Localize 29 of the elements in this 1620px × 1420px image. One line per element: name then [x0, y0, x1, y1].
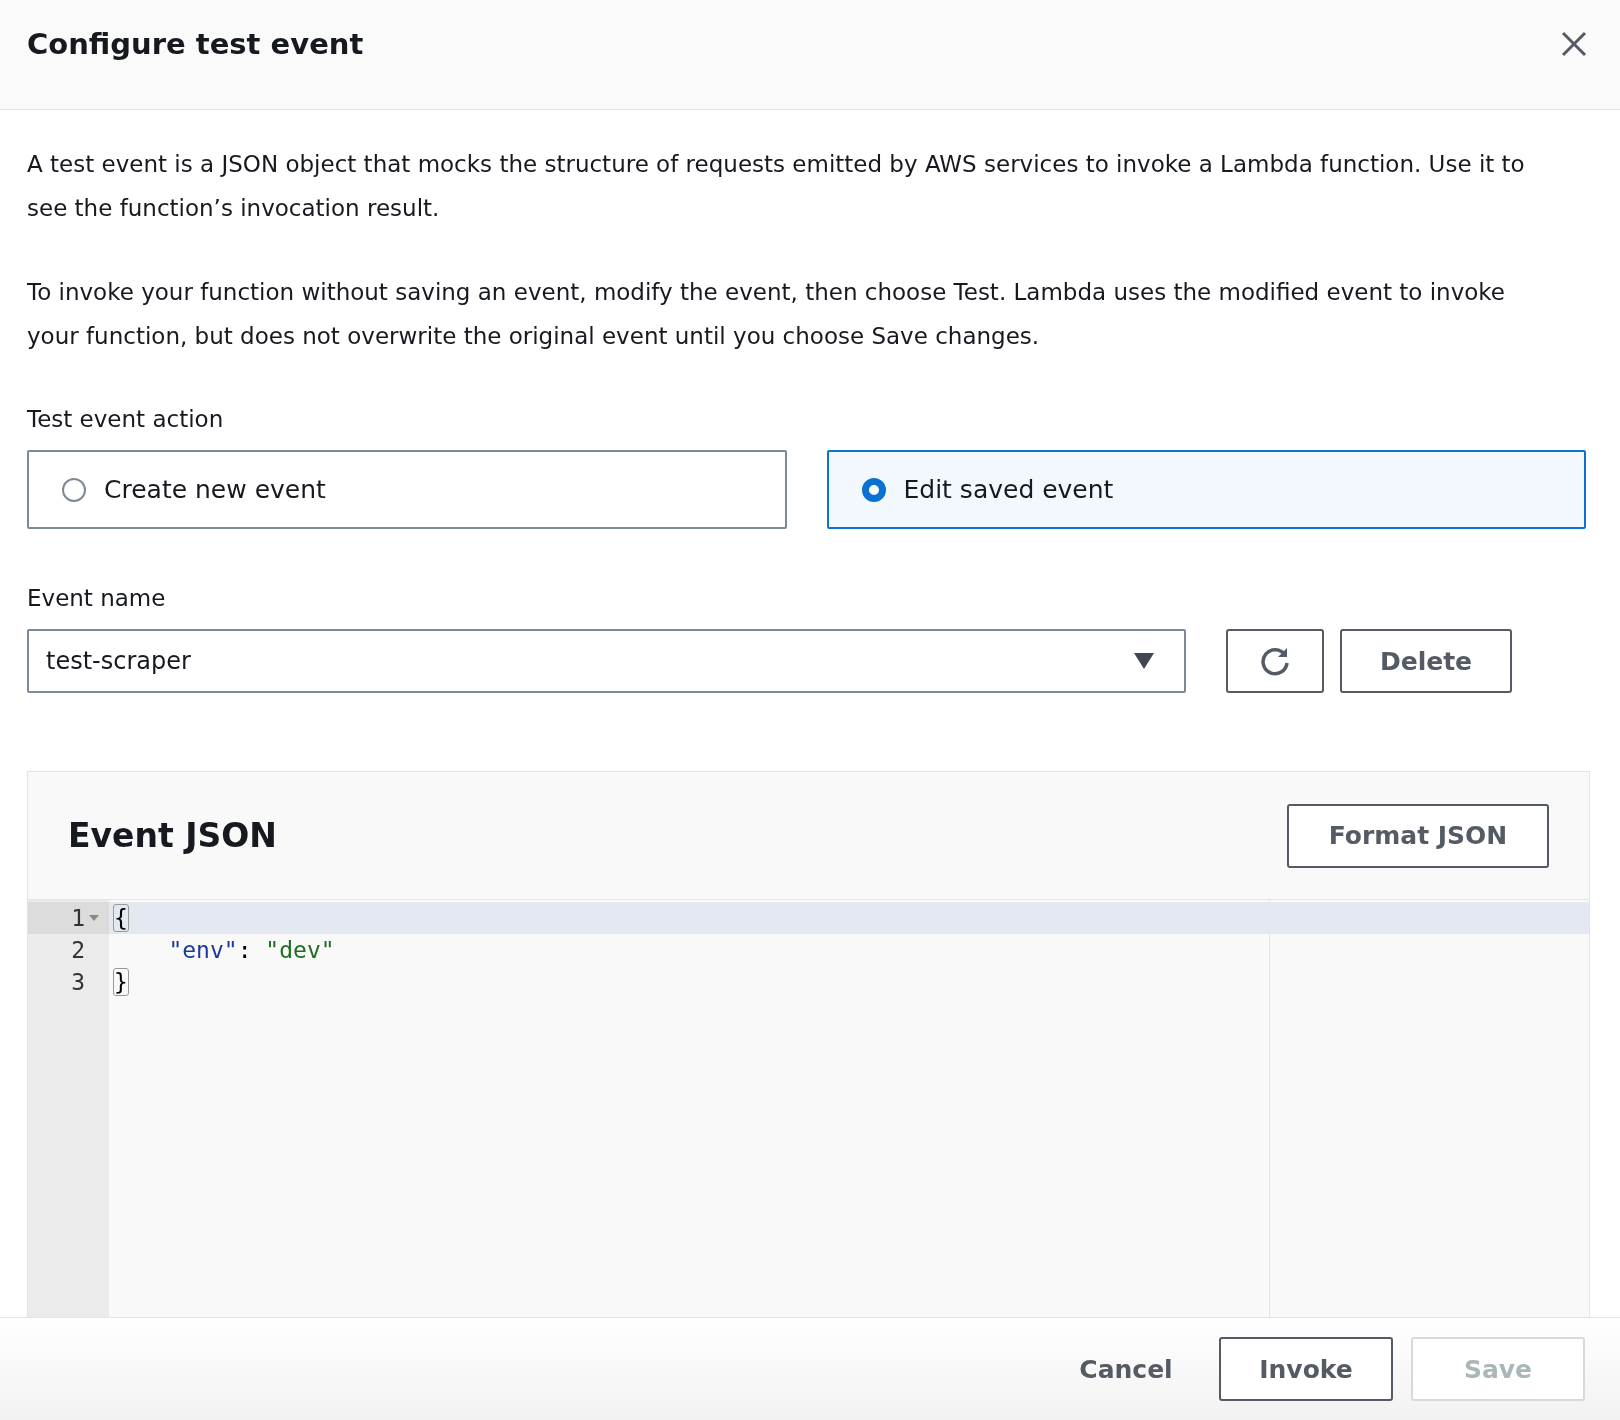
- radio-icon: [62, 477, 86, 502]
- cancel-link[interactable]: Cancel: [1051, 1337, 1201, 1401]
- delete-button[interactable]: Delete: [1340, 629, 1512, 693]
- caret-icon: [1134, 653, 1154, 669]
- code-text: :: [237, 937, 252, 963]
- radio-label: Edit saved event: [903, 475, 1114, 504]
- format-json-button[interactable]: Format JSON: [1287, 803, 1549, 868]
- code-text: {: [113, 904, 129, 932]
- field-label: Event name: [27, 585, 167, 611]
- description-text: A test event is a JSON object that mocks the structure of requests emitted by AWS services to invoke a Lambda function. Use it to see the function’s invocation result.: [27, 150, 1526, 223]
- line-number: 3: [71, 969, 85, 995]
- dropdown-value: test-scraper: [46, 647, 191, 675]
- dialog-title: Configure test event: [27, 26, 364, 61]
- refresh-button[interactable]: [1226, 629, 1324, 693]
- radio-option[interactable]: Edit saved event: [826, 450, 1586, 529]
- radio-option[interactable]: Create new event: [27, 450, 787, 529]
- description-text: To invoke your function without saving an event, modify the event, then choose Test. Lambda uses the modified event to invoke your function, but does not overwrite the original event until you choose Save changes.: [27, 278, 1507, 351]
- panel-title: Event JSON: [68, 816, 277, 855]
- code-text: "env": [168, 937, 238, 963]
- event-name-dropdown[interactable]: test-scraper: [27, 629, 1186, 693]
- line-number: 2: [71, 937, 85, 963]
- code-text: }: [113, 968, 129, 996]
- fold-icon[interactable]: [89, 915, 99, 921]
- radio-label: Create new event: [104, 475, 326, 504]
- field-label: Test event action: [27, 406, 225, 432]
- line-number: 1: [71, 905, 85, 931]
- footer-button[interactable]: Invoke: [1219, 1337, 1393, 1401]
- radio-icon: [861, 477, 886, 502]
- code-text: "dev": [265, 937, 335, 963]
